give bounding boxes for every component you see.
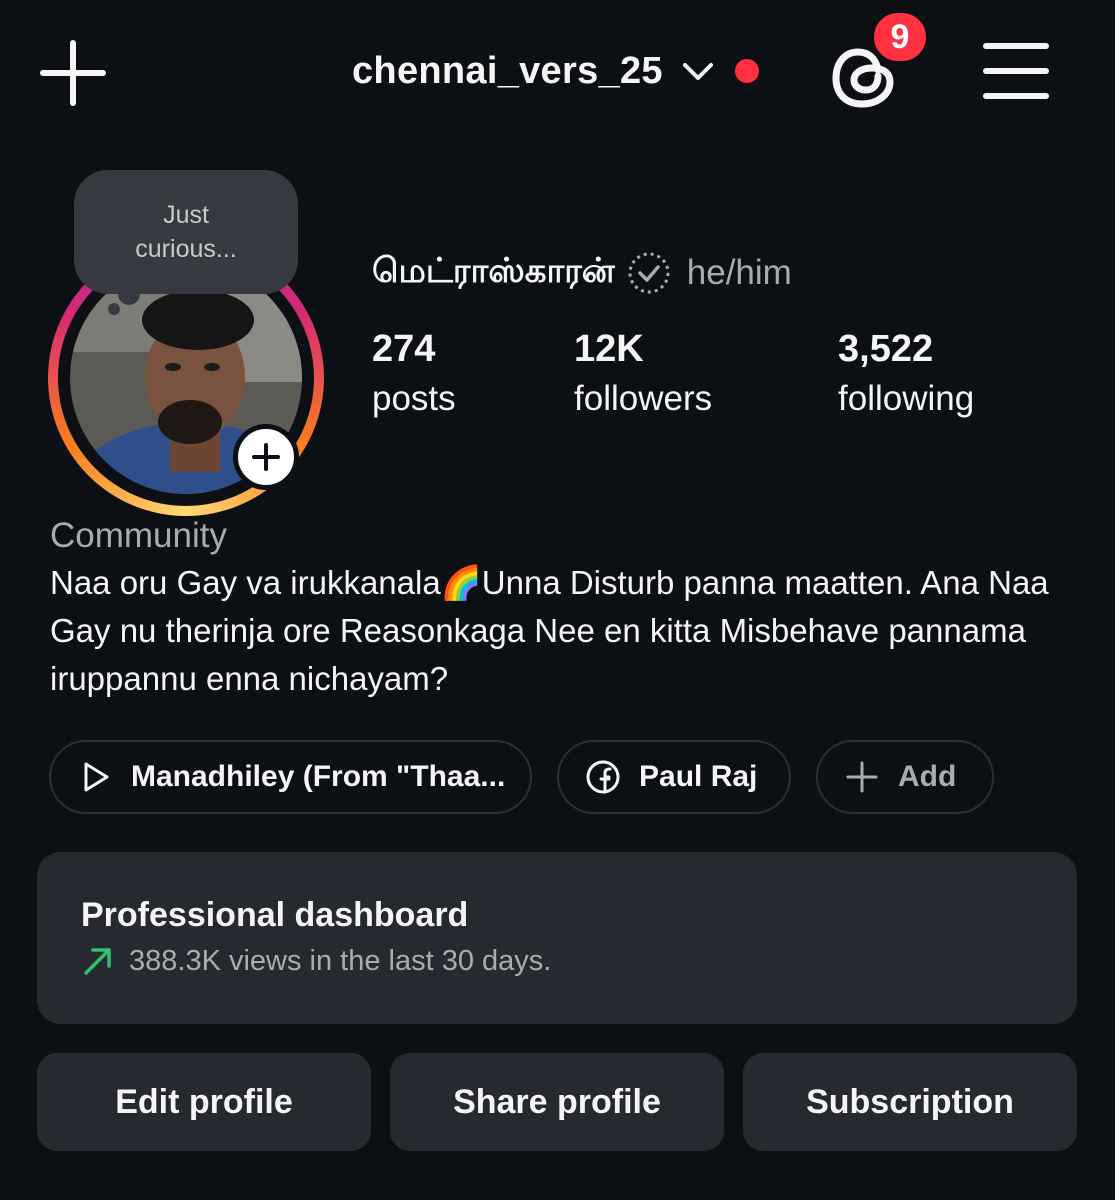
- dashboard-subtitle: 388.3K views in the last 30 days.: [129, 944, 552, 977]
- plus-icon: [252, 443, 280, 471]
- pronouns: he/him: [686, 253, 792, 292]
- chevron-down-icon: [682, 63, 713, 80]
- display-name: மெட்ராஸ்காரன்: [372, 251, 615, 291]
- meta-verified-icon[interactable]: [625, 249, 673, 297]
- edit-profile-button[interactable]: Edit profile: [37, 1053, 371, 1151]
- posts-stat[interactable]: 274 posts: [372, 322, 456, 422]
- dashboard-title: Professional dashboard: [81, 896, 469, 934]
- following-count: 3,522: [838, 328, 934, 370]
- add-link-chip[interactable]: Add: [816, 740, 994, 814]
- plus-icon: [846, 761, 878, 793]
- add-story-button[interactable]: [233, 424, 299, 490]
- subscription-button[interactable]: Subscription: [743, 1053, 1077, 1151]
- posts-label: posts: [372, 379, 456, 418]
- facebook-chip[interactable]: Paul Raj: [557, 740, 791, 814]
- share-profile-button[interactable]: Share profile: [390, 1053, 724, 1151]
- note-bubble-tail-small: [108, 303, 120, 315]
- account-switcher[interactable]: chennai_vers_25: [352, 44, 759, 98]
- hamburger-menu-icon[interactable]: [982, 40, 1050, 102]
- following-stat[interactable]: 3,522 following: [838, 322, 974, 422]
- trend-up-arrow-icon: [84, 948, 111, 975]
- music-chip[interactable]: Manadhiley (From "Thaa...: [49, 740, 532, 814]
- plus-icon[interactable]: [40, 40, 106, 106]
- note-text: Just curious...: [135, 201, 237, 263]
- professional-dashboard-card[interactable]: Professional dashboard 388.3K views in t…: [37, 852, 1077, 1024]
- followers-count: 12K: [574, 328, 644, 370]
- music-chip-label: Manadhiley (From "Thaa...: [131, 760, 506, 793]
- note-bubble[interactable]: Just curious...: [74, 170, 298, 294]
- top-bar: chennai_vers_25 9: [0, 0, 1115, 145]
- facebook-chip-label: Paul Raj: [639, 760, 758, 793]
- following-label: following: [838, 379, 975, 418]
- facebook-icon: [586, 760, 620, 794]
- followers-stat[interactable]: 12K followers: [574, 322, 712, 422]
- dashboard-subtitle-row: 388.3K views in the last 30 days.: [81, 944, 551, 978]
- play-icon: [84, 762, 109, 792]
- followers-label: followers: [574, 379, 713, 418]
- notification-badge: 9: [870, 9, 930, 65]
- username: chennai_vers_25: [352, 49, 663, 92]
- bio-text: Naa oru Gay va irukkanala🌈Unna Disturb p…: [50, 564, 1049, 697]
- display-name-row: மெட்ராஸ்காரன் he/him: [372, 244, 792, 302]
- add-chip-label: Add: [898, 760, 957, 793]
- unread-dot: [734, 59, 759, 83]
- category-label: Community: [50, 516, 227, 555]
- posts-count: 274: [372, 328, 436, 370]
